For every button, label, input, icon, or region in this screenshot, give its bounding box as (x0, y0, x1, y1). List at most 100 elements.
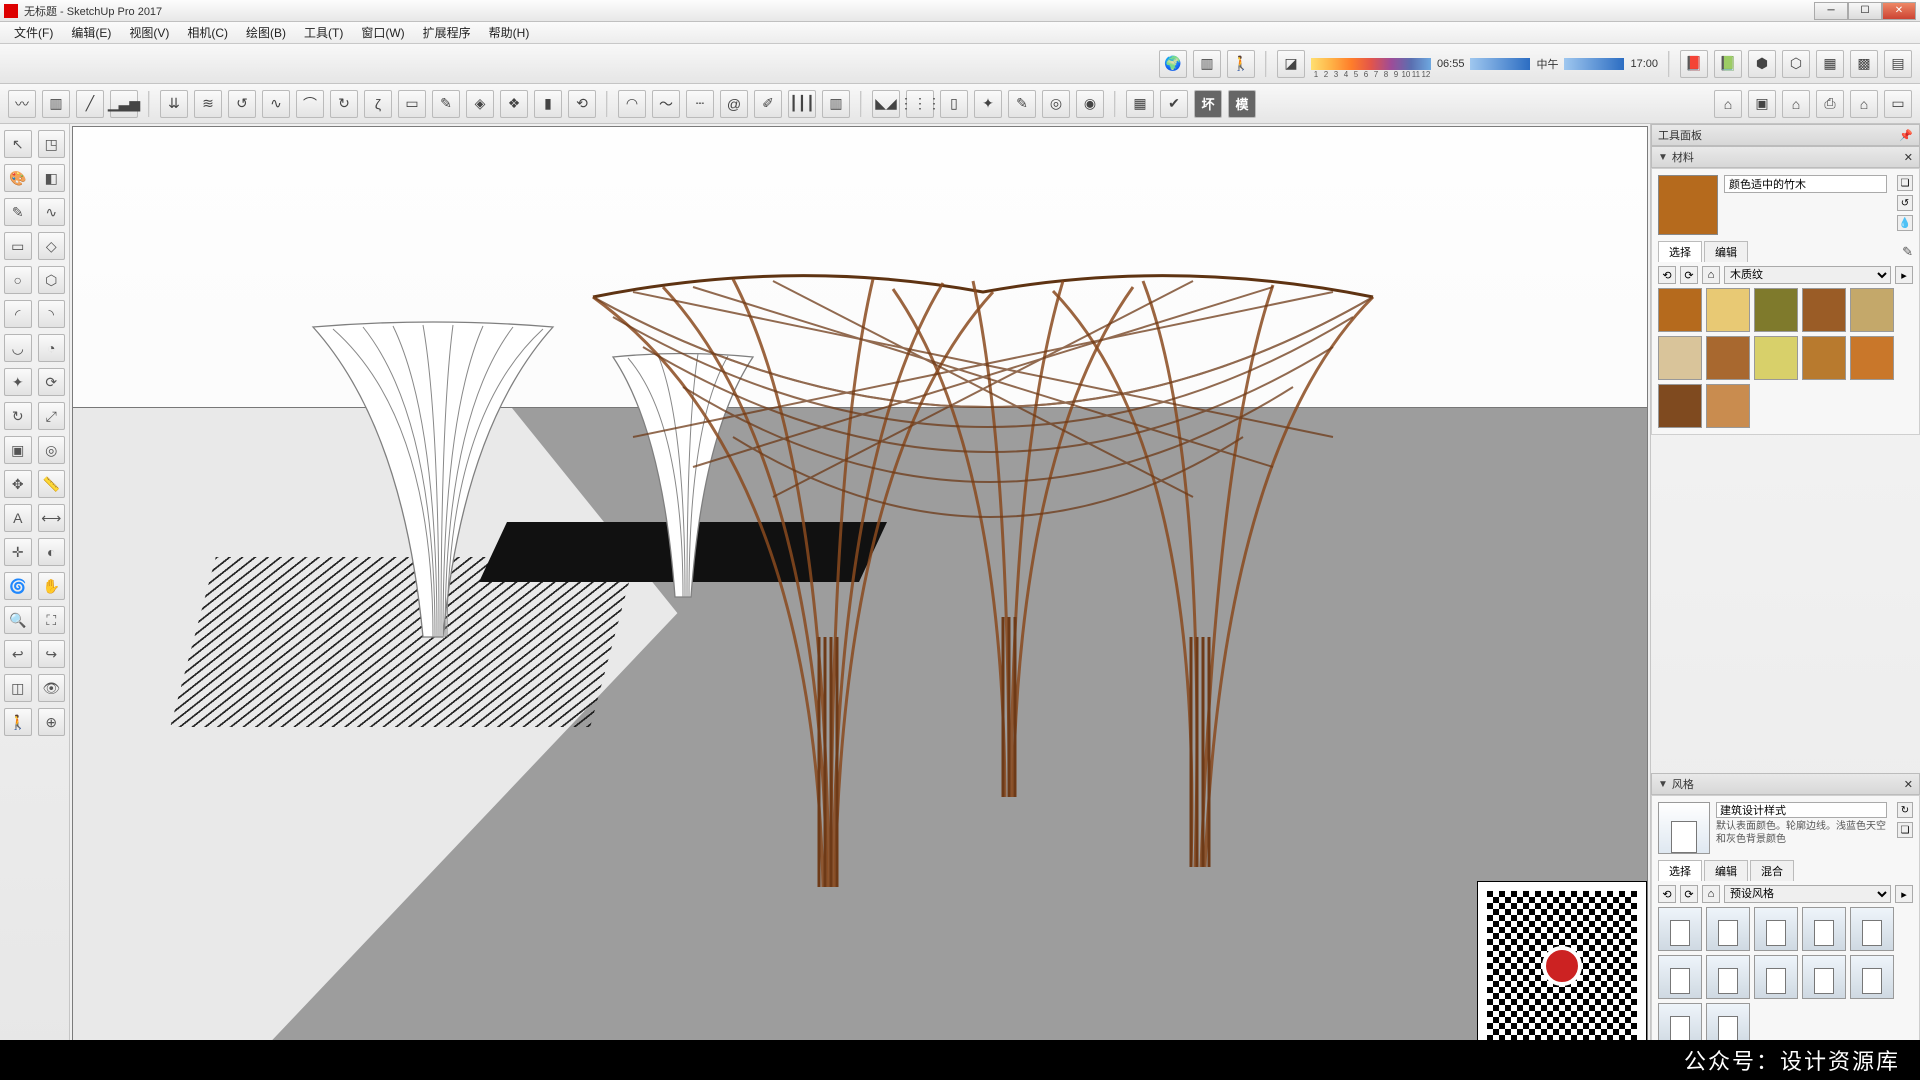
style-thumb-7[interactable] (1754, 955, 1798, 999)
style-menu-icon[interactable]: ▸ (1895, 885, 1913, 903)
time-slider2[interactable] (1564, 58, 1624, 70)
pen-icon[interactable]: ✐ (754, 90, 782, 118)
close-panel-icon[interactable]: ✕ (1904, 151, 1913, 164)
home-icon[interactable]: ⌂ (1702, 266, 1720, 284)
style-thumb-4[interactable] (1850, 907, 1894, 951)
close-styles-icon[interactable]: ✕ (1904, 778, 1913, 791)
ext5-icon[interactable]: ⌒ (296, 90, 324, 118)
style-thumb-6[interactable] (1706, 955, 1750, 999)
person-icon[interactable]: 🚶 (1227, 50, 1255, 78)
fwd-icon[interactable]: ⟳ (1680, 266, 1698, 284)
style-thumb-0[interactable] (1658, 907, 1702, 951)
refresh-style-icon[interactable]: ↻ (1897, 802, 1913, 818)
time-slider[interactable] (1470, 58, 1530, 70)
maximize-button[interactable]: ☐ (1848, 2, 1882, 20)
dash-icon[interactable]: ┄ (686, 90, 714, 118)
rotate-tool[interactable]: ↻ (4, 402, 32, 430)
scale-tool[interactable]: ⤢ (38, 402, 66, 430)
bars-icon[interactable]: ▁▃▅ (110, 90, 138, 118)
styles-tab-select[interactable]: 选择 (1658, 860, 1702, 881)
paint-tool[interactable]: 🎨 (4, 164, 32, 192)
shadow-toggle-icon[interactable]: ◪ (1277, 50, 1305, 78)
push-tool[interactable]: ▣ (4, 436, 32, 464)
ext3-icon[interactable]: ↺ (228, 90, 256, 118)
look-tool[interactable]: 👁 (38, 674, 66, 702)
house3-icon[interactable]: ⌂ (1850, 90, 1878, 118)
styles-header[interactable]: ▼风格 ✕ (1651, 773, 1920, 795)
mirror-icon[interactable]: ◣◢ (872, 90, 900, 118)
grid2-icon[interactable]: ▦ (1126, 90, 1154, 118)
wave-icon[interactable]: 〜 (652, 90, 680, 118)
layers-icon[interactable]: ▥ (1193, 50, 1221, 78)
house1-icon[interactable]: ⌂ (1714, 90, 1742, 118)
pin-icon[interactable]: 📌 (1899, 129, 1913, 142)
menu-file[interactable]: 文件(F) (6, 22, 61, 43)
back-icon[interactable]: ⟲ (1658, 266, 1676, 284)
text-tool[interactable]: A (4, 504, 32, 532)
material-name-input[interactable] (1724, 175, 1887, 193)
component-tool[interactable]: ◳ (38, 130, 66, 158)
style-library-select[interactable]: 预设风格 (1724, 885, 1891, 903)
next-tool[interactable]: ↪ (38, 640, 66, 668)
circ1-icon[interactable]: ◎ (1042, 90, 1070, 118)
materials-tab-edit[interactable]: 编辑 (1704, 241, 1748, 262)
material-swatch-4[interactable] (1850, 288, 1894, 332)
style-thumb-9[interactable] (1850, 955, 1894, 999)
close-button[interactable]: ✕ (1882, 2, 1916, 20)
tray-header[interactable]: 工具面板 📌 (1651, 124, 1920, 146)
book2-icon[interactable]: 📗 (1714, 50, 1742, 78)
cube-icon[interactable]: ▣ (1748, 90, 1776, 118)
pie-tool[interactable]: ◔ (38, 334, 66, 362)
pan-tool[interactable]: ✋ (38, 572, 66, 600)
folder-icon[interactable]: ▭ (1884, 90, 1912, 118)
compass-icon[interactable]: ✦ (974, 90, 1002, 118)
ext13-icon[interactable]: ⟲ (568, 90, 596, 118)
ext11-icon[interactable]: ❖ (500, 90, 528, 118)
default-material-icon[interactable]: ↺ (1897, 195, 1913, 211)
menu-view[interactable]: 视图(V) (121, 22, 177, 43)
line-icon[interactable]: ╱ (76, 90, 104, 118)
menu-camera[interactable]: 相机(C) (179, 22, 236, 43)
section-tool[interactable]: ◫ (4, 674, 32, 702)
axes-tool[interactable]: ✛ (4, 538, 32, 566)
viewport-3d[interactable] (72, 126, 1648, 1052)
box5-icon[interactable]: ▤ (1884, 50, 1912, 78)
curve1-icon[interactable]: 〰 (8, 90, 36, 118)
material-swatch-5[interactable] (1658, 336, 1702, 380)
material-swatch-1[interactable] (1706, 288, 1750, 332)
brush-icon[interactable]: ✎ (1008, 90, 1036, 118)
arc2-tool[interactable]: ◝ (38, 300, 66, 328)
label1[interactable]: 坏 (1194, 90, 1222, 118)
offset-tool[interactable]: ◎ (38, 436, 66, 464)
style-home-icon[interactable]: ⌂ (1702, 885, 1720, 903)
current-material-swatch[interactable] (1658, 175, 1718, 235)
material-swatch-9[interactable] (1850, 336, 1894, 380)
create-material-icon[interactable]: ❏ (1897, 175, 1913, 191)
materials-tab-select[interactable]: 选择 (1658, 241, 1702, 262)
box2-icon[interactable]: ⬡ (1782, 50, 1810, 78)
arc-a-icon[interactable]: ◠ (618, 90, 646, 118)
house2-icon[interactable]: ⌂ (1782, 90, 1810, 118)
ext4-icon[interactable]: ∿ (262, 90, 290, 118)
label2[interactable]: 模 (1228, 90, 1256, 118)
new-style-icon[interactable]: ❏ (1897, 822, 1913, 838)
grid1-icon[interactable]: ▥ (42, 90, 70, 118)
rect-tool[interactable]: ▭ (4, 232, 32, 260)
polygon-tool[interactable]: ⬡ (38, 266, 66, 294)
minimize-button[interactable]: ─ (1814, 2, 1848, 20)
material-swatch-11[interactable] (1706, 384, 1750, 428)
material-swatch-0[interactable] (1658, 288, 1702, 332)
columns-icon[interactable]: ▥ (822, 90, 850, 118)
ext6-icon[interactable]: ↻ (330, 90, 358, 118)
freehand-tool[interactable]: ∿ (38, 198, 66, 226)
style-thumb-1[interactable] (1706, 907, 1750, 951)
check-icon[interactable]: ✔ (1160, 90, 1188, 118)
book1-icon[interactable]: 📕 (1680, 50, 1708, 78)
material-swatch-10[interactable] (1658, 384, 1702, 428)
ext1-icon[interactable]: ⇊ (160, 90, 188, 118)
ext12-icon[interactable]: ▮ (534, 90, 562, 118)
protractor-tool[interactable]: ◐ (38, 538, 66, 566)
style-thumb-3[interactable] (1802, 907, 1846, 951)
eraser-tool[interactable]: ◧ (38, 164, 66, 192)
box3-icon[interactable]: ▦ (1816, 50, 1844, 78)
